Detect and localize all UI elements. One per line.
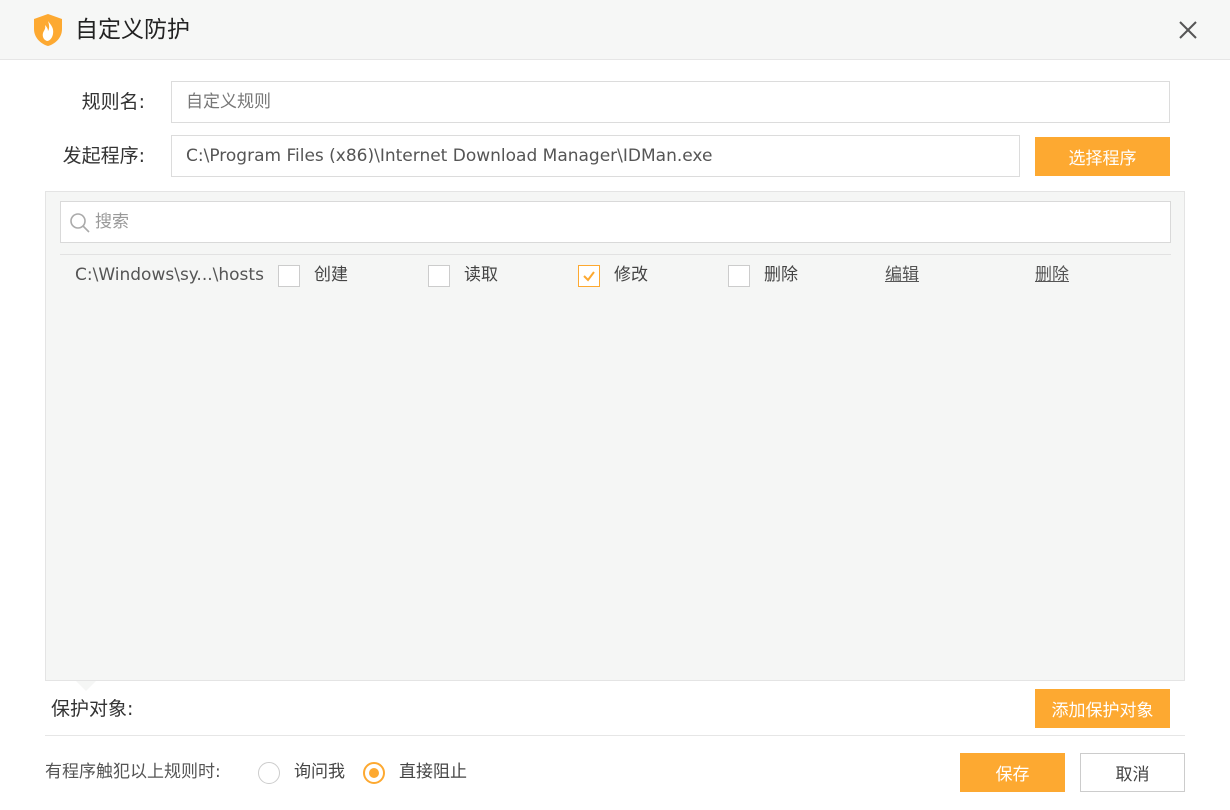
flame-shield-icon	[34, 14, 62, 46]
delete-option-label: 删除	[764, 265, 798, 285]
rule-name-input[interactable]	[171, 81, 1170, 123]
protected-objects-label: 保护对象:	[51, 698, 134, 720]
cancel-button[interactable]: 取消	[1080, 753, 1185, 792]
create-checkbox[interactable]	[278, 265, 300, 287]
read-label: 读取	[464, 265, 498, 285]
panel-pointer	[76, 681, 96, 691]
window-title: 自定义防护	[75, 17, 190, 43]
search-box	[60, 201, 1171, 243]
protected-path: C:\Windows\sy...\hosts	[75, 265, 264, 285]
block-directly-radio[interactable]	[363, 762, 385, 784]
create-label: 创建	[314, 265, 348, 285]
close-icon[interactable]	[1172, 14, 1204, 46]
search-input[interactable]	[95, 202, 1155, 242]
ask-me-radio[interactable]	[258, 762, 280, 784]
modify-label: 修改	[614, 265, 648, 285]
list-item: C:\Windows\sy...\hosts 创建 读取 修改 删除 编辑 删除	[46, 254, 1184, 298]
program-label: 发起程序:	[62, 145, 145, 167]
read-checkbox[interactable]	[428, 265, 450, 287]
edit-link[interactable]: 编辑	[885, 262, 919, 288]
modify-checkbox[interactable]	[578, 265, 600, 287]
save-button[interactable]: 保存	[960, 753, 1065, 792]
remove-link[interactable]: 删除	[1035, 262, 1069, 288]
trigger-label: 有程序触犯以上规则时:	[45, 762, 221, 782]
search-icon	[70, 213, 90, 233]
protected-objects-panel: C:\Windows\sy...\hosts 创建 读取 修改 删除 编辑 删除	[45, 191, 1185, 681]
block-directly-label: 直接阻止	[399, 762, 467, 782]
ask-me-label: 询问我	[294, 762, 345, 782]
rule-name-label: 规则名:	[81, 91, 145, 113]
delete-checkbox[interactable]	[728, 265, 750, 287]
title-bar: 自定义防护	[0, 0, 1230, 60]
program-path-input[interactable]	[171, 135, 1020, 177]
divider	[45, 735, 1185, 736]
add-protected-object-button[interactable]: 添加保护对象	[1035, 689, 1170, 728]
checkmark-icon	[583, 271, 595, 282]
select-program-button[interactable]: 选择程序	[1035, 137, 1170, 176]
